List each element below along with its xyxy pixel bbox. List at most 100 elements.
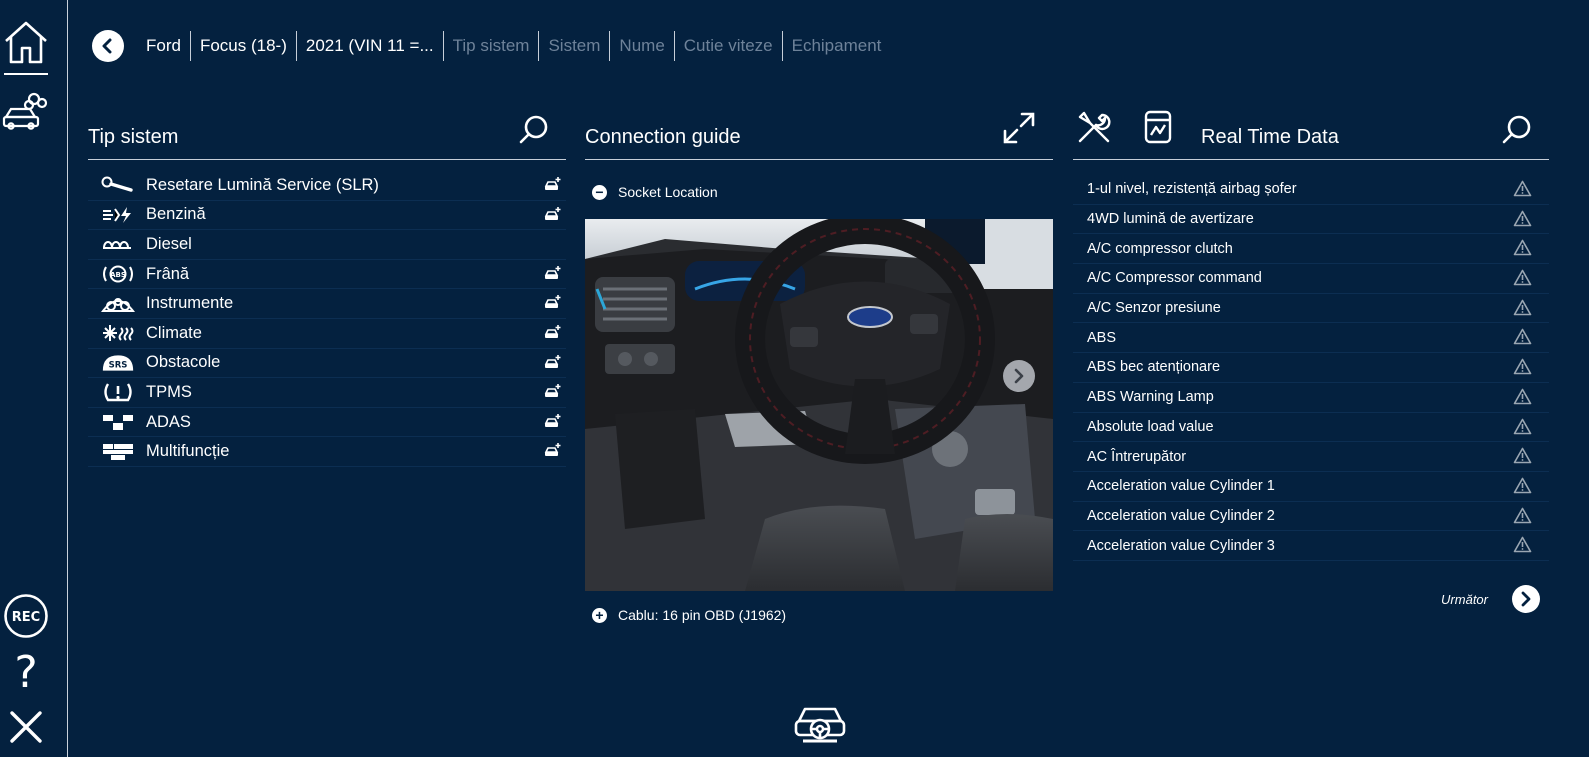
real-time-data-label: A/C Senzor presiune: [1087, 300, 1221, 317]
system-list-item[interactable]: Multifuncție: [88, 437, 566, 467]
real-time-data-list: 1-ul nivel, rezistență airbag șofer 4WD l…: [1073, 175, 1549, 561]
real-time-data-item[interactable]: 4WD lumină de avertizare: [1073, 205, 1549, 235]
real-time-data-item[interactable]: ABS: [1073, 323, 1549, 354]
real-time-data-item[interactable]: A/C Senzor presiune: [1073, 294, 1549, 324]
tpms-icon: [100, 381, 136, 403]
close-button[interactable]: [0, 704, 52, 750]
system-item-label: Climate: [146, 323, 202, 342]
car-interior-photo: [585, 219, 1053, 591]
breadcrumb-item[interactable]: Tip sistem: [442, 31, 539, 61]
breadcrumb-item[interactable]: 2021 (VIN 11 =...: [295, 31, 443, 61]
car-interior-image: [585, 219, 1053, 591]
tools-button[interactable]: [1075, 108, 1113, 146]
warning-icon: [1513, 447, 1532, 469]
cable-info-toggle[interactable]: + Cablu: 16 pin OBD (J1962): [592, 607, 786, 623]
climate-icon: [100, 322, 136, 344]
connection-guide-header: Connection guide: [585, 108, 1053, 160]
right-panel-title: Real Time Data: [1201, 126, 1339, 148]
chevron-right-icon: [1521, 591, 1531, 607]
gauge-cluster-icon: [100, 293, 136, 315]
next-image-button[interactable]: [1003, 360, 1035, 392]
system-item-label: TPMS: [146, 382, 192, 401]
warning-icon: [1513, 269, 1532, 291]
car-add-icon: [544, 354, 562, 375]
real-time-data-item[interactable]: ABS bec atenționare: [1073, 353, 1549, 383]
warning-icon: [1513, 210, 1532, 232]
real-time-data-item[interactable]: Absolute load value: [1073, 413, 1549, 443]
system-list-item[interactable]: Instrumente: [88, 289, 566, 319]
real-time-data-label: A/C Compressor command: [1087, 270, 1262, 287]
breadcrumb: Ford Focus (18-) 2021 (VIN 11 =... Tip sist…: [92, 29, 890, 63]
real-time-data-label: ABS bec atenționare: [1087, 359, 1221, 376]
document-button[interactable]: [1139, 108, 1177, 146]
rec-button[interactable]: REC: [0, 592, 52, 640]
svg-text:SRS: SRS: [109, 361, 128, 371]
system-list-item[interactable]: Benzină: [88, 201, 566, 231]
vehicle-connection-button[interactable]: [793, 702, 847, 747]
car-add-icon: [544, 413, 562, 434]
petrol-injection-icon: [100, 204, 136, 226]
real-time-data-item[interactable]: A/C Compressor command: [1073, 264, 1549, 294]
warning-icon: [1513, 477, 1532, 499]
system-list-item[interactable]: Climate: [88, 319, 566, 349]
real-time-data-item[interactable]: ABS Warning Lamp: [1073, 383, 1549, 413]
system-list-item[interactable]: Diesel: [88, 230, 566, 260]
warning-icon: [1513, 358, 1532, 380]
right-search-button[interactable]: [1499, 112, 1535, 148]
rec-label: REC: [12, 610, 40, 625]
tools-icon: [1078, 111, 1111, 143]
real-time-data-item[interactable]: Acceleration value Cylinder 1: [1073, 472, 1549, 502]
close-icon: [10, 711, 42, 743]
system-list-item[interactable]: ABS Frână: [88, 260, 566, 290]
breadcrumb-item[interactable]: Focus (18-): [189, 31, 296, 61]
real-time-data-item[interactable]: Acceleration value Cylinder 2: [1073, 502, 1549, 532]
next-page-label: Următor: [1441, 591, 1488, 607]
real-time-data-item[interactable]: 1-ul nivel, rezistență airbag șofer: [1073, 175, 1549, 205]
home-underline: [4, 73, 48, 75]
socket-location-toggle[interactable]: − Socket Location: [592, 184, 718, 200]
real-time-data-item[interactable]: Acceleration value Cylinder 3: [1073, 531, 1549, 561]
warning-icon: [1513, 180, 1532, 202]
left-search-button[interactable]: [516, 112, 552, 148]
real-time-data-label: Acceleration value Cylinder 2: [1087, 507, 1275, 524]
system-list-item[interactable]: TPMS: [88, 378, 566, 408]
document-graph-icon: [1144, 110, 1172, 144]
real-time-data-label: AC Întrerupător: [1087, 448, 1187, 465]
real-time-data-label: A/C compressor clutch: [1087, 240, 1233, 257]
system-list-item[interactable]: SRS Obstacole: [88, 349, 566, 379]
breadcrumb-item[interactable]: Echipament: [781, 31, 891, 61]
expand-button[interactable]: [1001, 110, 1037, 146]
system-item-label: Instrumente: [146, 294, 234, 313]
real-time-data-item[interactable]: A/C compressor clutch: [1073, 234, 1549, 265]
system-list-item[interactable]: ADAS: [88, 408, 566, 438]
warning-icon: [1513, 239, 1532, 261]
system-item-label: Multifuncție: [146, 442, 230, 461]
real-time-data-label: 4WD lumină de avertizare: [1087, 211, 1254, 228]
warning-icon: [1513, 388, 1532, 410]
system-item-label: Obstacole: [146, 353, 221, 372]
breadcrumb-item[interactable]: Nume: [609, 31, 673, 61]
breadcrumb-item[interactable]: Ford: [146, 31, 190, 61]
chevron-right-icon: [1014, 368, 1024, 384]
warning-icon: [1513, 536, 1532, 558]
car-diagnostics-button[interactable]: [0, 86, 52, 132]
real-time-data-header: Real Time Data: [1073, 108, 1549, 160]
adas-icon: [100, 411, 136, 433]
tip-sistem-header: Tip sistem: [88, 108, 566, 160]
home-button[interactable]: [0, 12, 52, 72]
rec-icon: REC: [4, 594, 48, 638]
home-icon: [5, 21, 47, 64]
real-time-data-item[interactable]: AC Întrerupător: [1073, 442, 1549, 472]
breadcrumb-item[interactable]: Sistem: [538, 31, 609, 61]
next-page-button[interactable]: [1512, 585, 1540, 613]
breadcrumb-item[interactable]: Cutie viteze: [673, 31, 782, 61]
cable-label: Cablu: 16 pin OBD (J1962): [618, 607, 787, 623]
help-button[interactable]: ?: [0, 648, 52, 698]
car-add-icon: [544, 442, 562, 463]
car-add-icon: [544, 176, 562, 197]
search-icon: [519, 115, 548, 144]
system-item-label: Resetare Lumină Service (SLR): [146, 175, 379, 194]
system-list-item[interactable]: Resetare Lumină Service (SLR): [88, 171, 566, 201]
back-button[interactable]: [92, 30, 124, 62]
real-time-data-label: ABS Warning Lamp: [1087, 389, 1214, 406]
